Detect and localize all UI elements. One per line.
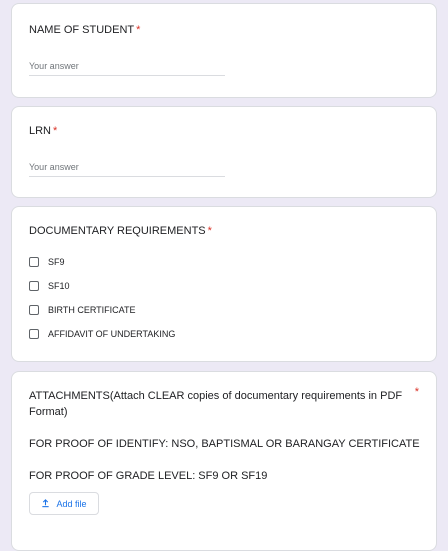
upload-icon bbox=[41, 499, 50, 508]
question-title-text: NAME OF STUDENT bbox=[29, 24, 135, 36]
checkbox-label: BIRTH CERTIFICATE bbox=[48, 305, 136, 315]
question-title-text: LRN bbox=[29, 125, 52, 137]
checkbox-label: SF9 bbox=[48, 257, 65, 267]
question-title-lrn: LRN * bbox=[29, 125, 57, 137]
question-card-documentary: DOCUMENTARY REQUIREMENTS * SF9 SF10 BIRTH… bbox=[11, 206, 437, 362]
checkbox-option-sf10[interactable]: SF10 bbox=[29, 281, 70, 291]
checkbox[interactable] bbox=[29, 257, 39, 267]
question-title-text: DOCUMENTARY REQUIREMENTS bbox=[29, 225, 206, 237]
checkbox[interactable] bbox=[29, 305, 39, 315]
question-card-attachments: ATTACHMENTS(Attach CLEAR copies of docum… bbox=[11, 371, 437, 551]
proof-grade-text: FOR PROOF OF GRADE LEVEL: SF9 OR SF19 bbox=[29, 470, 268, 482]
checkbox-label: SF10 bbox=[48, 281, 70, 291]
required-asterisk: * bbox=[136, 24, 141, 36]
required-asterisk: * bbox=[53, 125, 58, 137]
checkbox[interactable] bbox=[29, 329, 39, 339]
checkbox-option-birth-certificate[interactable]: BIRTH CERTIFICATE bbox=[29, 305, 136, 315]
question-card-name: NAME OF STUDENT * Your answer bbox=[11, 3, 437, 98]
checkbox[interactable] bbox=[29, 281, 39, 291]
required-asterisk: * bbox=[414, 386, 419, 398]
question-title-name: NAME OF STUDENT * bbox=[29, 24, 140, 36]
required-asterisk: * bbox=[207, 225, 212, 237]
attachments-title: ATTACHMENTS(Attach CLEAR copies of docum… bbox=[29, 390, 403, 418]
lrn-answer-input[interactable]: Your answer bbox=[29, 162, 225, 177]
add-file-button[interactable]: Add file bbox=[29, 492, 99, 515]
checkbox-option-affidavit[interactable]: AFFIDAVIT OF UNDERTAKING bbox=[29, 329, 175, 339]
name-answer-input[interactable]: Your answer bbox=[29, 61, 225, 76]
question-card-lrn: LRN * Your answer bbox=[11, 106, 437, 198]
checkbox-option-sf9[interactable]: SF9 bbox=[29, 257, 65, 267]
checkbox-label: AFFIDAVIT OF UNDERTAKING bbox=[48, 329, 176, 339]
proof-identity-text: FOR PROOF OF IDENTIFY: NSO, BAPTISMAL OR… bbox=[29, 438, 420, 450]
add-file-label: Add file bbox=[56, 498, 87, 509]
question-title-documentary: DOCUMENTARY REQUIREMENTS * bbox=[29, 225, 212, 237]
